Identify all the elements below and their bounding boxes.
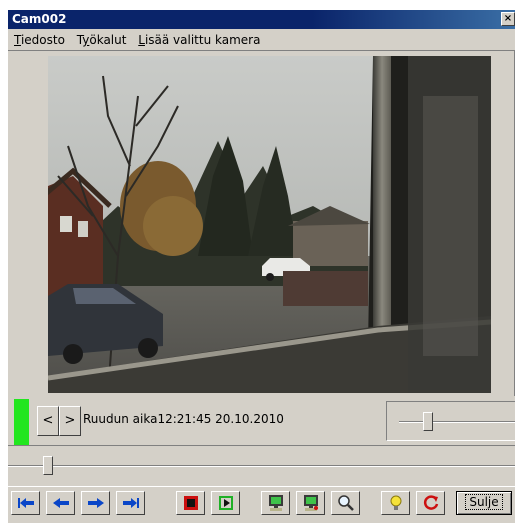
status-indicator — [14, 399, 29, 445]
zoom-button[interactable] — [331, 491, 360, 515]
menu-lisaa-valittu-kamera[interactable]: Lisää valittu kamera — [134, 29, 264, 51]
monitor-record-button[interactable] — [296, 491, 325, 515]
speed-slider-thumb[interactable] — [423, 412, 433, 431]
next-frame-button[interactable]: > — [59, 406, 81, 436]
window-title-bar[interactable]: Cam002 × — [8, 10, 515, 29]
frame-time-value: 12:21:45 20.10.2010 — [157, 412, 284, 426]
timeline-thumb[interactable] — [43, 456, 53, 475]
camera-scene-illustration — [48, 56, 491, 393]
monitor-record-icon — [303, 495, 318, 511]
menu-tiedosto[interactable]: Tiedosto — [8, 29, 69, 51]
skip-to-start-button[interactable] — [11, 491, 40, 515]
step-forward-button[interactable] — [81, 491, 110, 515]
stop-icon — [183, 496, 198, 510]
video-panel — [8, 51, 515, 396]
play-button[interactable] — [211, 491, 240, 515]
step-back-button[interactable] — [46, 491, 75, 515]
window-close-button[interactable]: × — [501, 12, 515, 26]
menu-bar: Tiedosto Työkalut Lisää valittu kamera — [8, 29, 515, 51]
timeline-slider[interactable] — [8, 445, 515, 486]
skip-to-end-icon — [122, 498, 139, 508]
refresh-button[interactable] — [416, 491, 445, 515]
menu-tyokalut[interactable]: Työkalut — [73, 29, 131, 51]
camera-feed-image[interactable] — [48, 56, 491, 393]
window-title: Cam002 — [12, 12, 67, 26]
zoom-icon — [337, 495, 354, 511]
frame-time-label: Ruudun aika — [83, 412, 158, 426]
timeline-track — [8, 465, 515, 467]
monitor-icon — [268, 495, 283, 511]
skip-to-start-icon — [17, 498, 34, 508]
refresh-icon — [423, 495, 438, 510]
playback-controls: < > Ruudun aika12:21:45 20.10.2010 — [8, 396, 515, 445]
stop-button[interactable] — [176, 491, 205, 515]
window-client-area: < > Ruudun aika12:21:45 20.10.2010 Sulje — [8, 51, 515, 523]
monitor-button[interactable] — [261, 491, 290, 515]
skip-to-end-button[interactable] — [116, 491, 145, 515]
lightbulb-button[interactable] — [381, 491, 410, 515]
play-icon — [218, 496, 233, 510]
speed-slider-track — [399, 421, 515, 423]
bottom-toolbar: Sulje — [8, 486, 515, 523]
lightbulb-icon — [390, 495, 401, 510]
frame-time-text: Ruudun aika12:21:45 20.10.2010 — [83, 412, 284, 426]
speed-slider[interactable] — [386, 401, 515, 441]
step-back-icon — [52, 498, 69, 508]
close-button[interactable]: Sulje — [456, 491, 512, 515]
previous-frame-button[interactable]: < — [37, 406, 59, 436]
step-forward-icon — [87, 498, 104, 508]
